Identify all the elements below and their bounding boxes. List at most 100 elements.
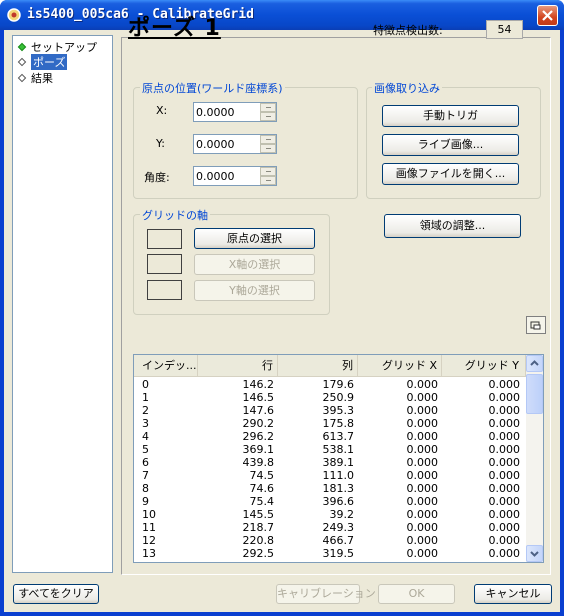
spin-down-button[interactable] bbox=[260, 112, 276, 121]
table-row[interactable]: 7 74.5 111.0 0.000 0.000 bbox=[134, 469, 526, 482]
angle-label: 角度: bbox=[144, 171, 170, 184]
app-icon bbox=[7, 8, 21, 22]
column-header-grid-x[interactable]: グリッド X bbox=[358, 355, 442, 377]
tree-item-label: セットアップ bbox=[31, 41, 97, 54]
cell-row: 218.7 bbox=[242, 521, 275, 534]
cell-column: 249.3 bbox=[322, 521, 355, 534]
cell-column: 396.6 bbox=[322, 495, 355, 508]
cell-index: 2 bbox=[142, 404, 149, 417]
x-label: X: bbox=[156, 104, 168, 117]
open-image-file-button[interactable]: 画像ファイルを開く... bbox=[382, 163, 519, 185]
select-y-axis-button[interactable]: Y軸の選択 bbox=[194, 280, 315, 301]
cell-column: 111.0 bbox=[322, 469, 355, 482]
table-row[interactable]: 12 220.8 466.7 0.000 0.000 bbox=[134, 534, 526, 547]
cell-column: 179.6 bbox=[322, 378, 355, 391]
cell-grid-x: 0.000 bbox=[406, 430, 439, 443]
cell-index: 8 bbox=[142, 482, 149, 495]
spin-down-button[interactable] bbox=[260, 144, 276, 153]
table-body: 0 146.2 179.6 0.000 0.000 1 146.5 250.9 0.000 0.0… bbox=[134, 378, 526, 562]
y-axis-color-swatch bbox=[147, 280, 182, 300]
table-row[interactable]: 0 146.2 179.6 0.000 0.000 bbox=[134, 378, 526, 391]
cancel-button[interactable]: キャンセル bbox=[474, 584, 552, 604]
scroll-thumb[interactable] bbox=[526, 374, 543, 414]
grid-axis-group-label: グリッドの軸 bbox=[140, 207, 210, 223]
column-header-column[interactable]: 列 bbox=[278, 355, 358, 377]
cell-index: 6 bbox=[142, 456, 149, 469]
select-x-axis-button[interactable]: X軸の選択 bbox=[194, 254, 315, 275]
spin-up-button[interactable] bbox=[260, 167, 276, 176]
manual-trigger-button[interactable]: 手動トリガ bbox=[382, 105, 519, 127]
tree-item-results[interactable]: 結果 bbox=[17, 71, 53, 85]
table-row[interactable]: 3 290.2 175.8 0.000 0.000 bbox=[134, 417, 526, 430]
cell-row: 74.5 bbox=[249, 469, 275, 482]
feature-point-table[interactable]: インデッ... 行 列 グリッド X グリッド Y 0 146.2 179.6 0.0… bbox=[133, 354, 544, 563]
cell-column: 613.7 bbox=[322, 430, 355, 443]
table-row[interactable]: 2 147.6 395.3 0.000 0.000 bbox=[134, 404, 526, 417]
cell-grid-y: 0.000 bbox=[488, 430, 521, 443]
popout-button[interactable] bbox=[526, 316, 546, 334]
cell-column: 250.9 bbox=[322, 391, 355, 404]
table-row[interactable]: 5 369.1 538.1 0.000 0.000 bbox=[134, 443, 526, 456]
table-row[interactable]: 13 292.5 319.5 0.000 0.000 bbox=[134, 547, 526, 560]
cell-row: 145.5 bbox=[242, 508, 275, 521]
y-spinner[interactable]: 0.0000 bbox=[193, 134, 277, 154]
cell-row: 146.5 bbox=[242, 391, 275, 404]
cell-index: 4 bbox=[142, 430, 149, 443]
vertical-scrollbar[interactable] bbox=[526, 355, 543, 562]
cell-grid-y: 0.000 bbox=[488, 495, 521, 508]
cell-row: 439.8 bbox=[242, 456, 275, 469]
cell-row: 369.1 bbox=[242, 443, 275, 456]
table-row[interactable]: 8 74.6 181.3 0.000 0.000 bbox=[134, 482, 526, 495]
tree-item-label: 結果 bbox=[31, 72, 53, 85]
column-header-index[interactable]: インデッ... bbox=[134, 355, 198, 377]
live-image-button[interactable]: ライブ画像... bbox=[382, 134, 519, 156]
tree-item-pose[interactable]: ポーズ bbox=[17, 54, 68, 70]
cell-column: 395.3 bbox=[322, 404, 355, 417]
cell-grid-x: 0.000 bbox=[406, 495, 439, 508]
cell-grid-x: 0.000 bbox=[406, 547, 439, 560]
cell-column: 175.8 bbox=[322, 417, 355, 430]
spin-up-button[interactable] bbox=[260, 103, 276, 112]
table-row[interactable]: 10 145.5 39.2 0.000 0.000 bbox=[134, 508, 526, 521]
title-bar[interactable]: is5400_005ca6 - CalibrateGrid bbox=[0, 0, 564, 30]
angle-spinner[interactable]: 0.0000 bbox=[193, 166, 277, 186]
adjust-region-button[interactable]: 領域の調整... bbox=[384, 214, 521, 238]
column-header-row[interactable]: 行 bbox=[198, 355, 278, 377]
spin-down-button[interactable] bbox=[260, 176, 276, 185]
cell-grid-y: 0.000 bbox=[488, 534, 521, 547]
ok-button[interactable]: OK bbox=[378, 584, 455, 604]
origin-group-label: 原点の位置(ワールド座標系) bbox=[140, 80, 285, 96]
cell-index: 12 bbox=[142, 534, 156, 547]
select-origin-button[interactable]: 原点の選択 bbox=[194, 228, 315, 249]
table-row[interactable]: 4 296.2 613.7 0.000 0.000 bbox=[134, 430, 526, 443]
cell-grid-x: 0.000 bbox=[406, 521, 439, 534]
cell-index: 10 bbox=[142, 508, 156, 521]
clear-all-button[interactable]: すべてをクリア bbox=[13, 584, 99, 604]
chevron-up-icon bbox=[530, 360, 539, 366]
feature-count-label: 特徴点検出数: bbox=[373, 24, 443, 37]
cell-grid-y: 0.000 bbox=[488, 404, 521, 417]
table-row[interactable]: 9 75.4 396.6 0.000 0.000 bbox=[134, 495, 526, 508]
tree-item-setup[interactable]: セットアップ bbox=[17, 40, 97, 54]
spin-up-button[interactable] bbox=[260, 135, 276, 144]
scroll-down-button[interactable] bbox=[526, 545, 543, 562]
table-row[interactable]: 1 146.5 250.9 0.000 0.000 bbox=[134, 391, 526, 404]
table-row[interactable]: 11 218.7 249.3 0.000 0.000 bbox=[134, 521, 526, 534]
cell-index: 5 bbox=[142, 443, 149, 456]
close-button[interactable] bbox=[537, 5, 558, 26]
cell-grid-x: 0.000 bbox=[406, 469, 439, 482]
cell-index: 9 bbox=[142, 495, 149, 508]
calibration-button[interactable]: キャリブレーション bbox=[276, 584, 376, 604]
scroll-up-button[interactable] bbox=[526, 355, 543, 372]
cell-column: 39.2 bbox=[329, 508, 355, 521]
cell-grid-y: 0.000 bbox=[488, 443, 521, 456]
x-spinner[interactable]: 0.0000 bbox=[193, 102, 277, 122]
cell-grid-y: 0.000 bbox=[488, 456, 521, 469]
cell-row: 290.2 bbox=[242, 417, 275, 430]
cell-column: 181.3 bbox=[322, 482, 355, 495]
column-header-grid-y[interactable]: グリッド Y bbox=[442, 355, 526, 377]
table-row[interactable]: 6 439.8 389.1 0.000 0.000 bbox=[134, 456, 526, 469]
cell-row: 75.4 bbox=[249, 495, 275, 508]
cell-grid-x: 0.000 bbox=[406, 508, 439, 521]
cell-grid-y: 0.000 bbox=[488, 469, 521, 482]
